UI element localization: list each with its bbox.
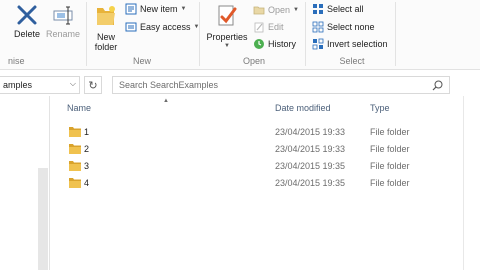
search-icon (432, 80, 443, 91)
folder-icon (69, 144, 81, 154)
new-item-button[interactable]: New item ▼ (125, 1, 186, 16)
delete-label: Delete (13, 29, 40, 39)
pane-divider[interactable] (49, 96, 50, 270)
select-all-button[interactable]: Select all (312, 1, 364, 16)
edit-icon (254, 22, 264, 32)
refresh-button[interactable]: ↻ (84, 76, 102, 94)
open-label: Open (268, 4, 291, 15)
properties-button[interactable]: Properties ▼ (203, 3, 251, 49)
select-group-label: Select (339, 56, 365, 66)
organize-group-label: nise (8, 56, 25, 66)
delete-button[interactable]: Delete (10, 4, 44, 39)
select-none-icon (312, 21, 324, 32)
new-folder-icon (97, 6, 115, 25)
file-date-modified: 23/04/2015 19:33 (275, 127, 346, 137)
sort-indicator-icon: ▲ (163, 98, 169, 104)
folder-icon (69, 161, 81, 171)
invert-selection-icon (312, 38, 324, 49)
file-name: 3 (84, 161, 90, 171)
new-folder-label-line2: folder (94, 42, 118, 52)
history-label: History (268, 38, 297, 49)
properties-dropdown-icon: ▼ (224, 43, 230, 49)
edit-button[interactable]: Edit (253, 19, 284, 34)
address-path: amples (3, 80, 33, 90)
file-date-modified: 23/04/2015 19:35 (275, 161, 346, 171)
navigation-row: amples ⌵ ↻ Search SearchExamples (0, 74, 480, 96)
file-type: File folder (370, 144, 410, 154)
open-dropdown-icon: ▼ (293, 6, 299, 13)
rename-label: Rename (45, 29, 81, 39)
file-name: 2 (84, 144, 90, 154)
file-type: File folder (370, 127, 410, 137)
properties-label: Properties (206, 32, 248, 42)
refresh-icon: ↻ (88, 79, 98, 92)
navigation-pane-scrollbar[interactable] (38, 168, 48, 270)
column-header-name[interactable]: Name (67, 103, 91, 113)
edit-label: Edit (268, 21, 284, 32)
address-bar[interactable]: amples ⌵ (0, 76, 80, 94)
invert-selection-button[interactable]: Invert selection (312, 36, 388, 51)
search-input[interactable]: Search SearchExamples (112, 76, 450, 94)
select-all-icon (313, 3, 323, 14)
search-placeholder: Search SearchExamples (119, 80, 219, 90)
file-date-modified: 23/04/2015 19:35 (275, 178, 346, 188)
file-row[interactable]: 2 23/04/2015 19:33 File folder (66, 141, 426, 157)
right-scroll-area (463, 96, 480, 270)
invert-selection-label: Invert selection (327, 38, 388, 49)
new-item-icon (125, 3, 137, 14)
new-item-dropdown-icon: ▼ (180, 5, 187, 12)
ribbon-separator (305, 2, 306, 66)
select-none-label: Select none (327, 21, 375, 32)
file-row[interactable]: 4 23/04/2015 19:35 File folder (66, 175, 426, 191)
ribbon-separator (395, 2, 396, 66)
address-dropdown-icon[interactable]: ⌵ (70, 79, 76, 89)
open-group-label: Open (242, 56, 266, 66)
ribbon-separator (199, 2, 200, 66)
rename-button[interactable]: Rename (44, 4, 82, 39)
open-icon (253, 6, 265, 14)
rename-icon (53, 6, 73, 25)
easy-access-label: Easy access (140, 21, 191, 32)
new-folder-label-line1: New (96, 32, 115, 42)
folder-icon (69, 127, 81, 137)
history-button[interactable]: History (253, 36, 296, 51)
file-row[interactable]: 3 23/04/2015 19:35 File folder (66, 158, 426, 174)
easy-access-icon (125, 22, 137, 31)
folder-icon (69, 178, 81, 188)
navigation-pane[interactable] (0, 96, 50, 270)
open-button[interactable]: Open ▼ (253, 2, 299, 17)
file-type: File folder (370, 161, 410, 171)
easy-access-button[interactable]: Easy access ▼ (125, 19, 199, 34)
new-item-label: New item (140, 3, 178, 14)
select-all-label: Select all (327, 3, 364, 14)
file-name: 1 (84, 127, 90, 137)
file-row[interactable]: 1 23/04/2015 19:33 File folder (66, 124, 426, 140)
new-group-label: New (132, 56, 151, 66)
file-date-modified: 23/04/2015 19:33 (275, 144, 346, 154)
file-type: File folder (370, 178, 410, 188)
ribbon: Delete Rename nise New folder New item ▼ (0, 0, 480, 70)
select-none-button[interactable]: Select none (312, 19, 375, 34)
ribbon-separator (86, 2, 87, 66)
history-icon (254, 38, 264, 49)
file-name: 4 (84, 178, 90, 188)
new-folder-button[interactable]: New folder (90, 3, 122, 52)
column-header-type[interactable]: Type (370, 103, 390, 113)
delete-x-icon (17, 5, 37, 25)
column-header-date-modified[interactable]: Date modified (275, 103, 331, 113)
properties-icon (218, 5, 237, 26)
